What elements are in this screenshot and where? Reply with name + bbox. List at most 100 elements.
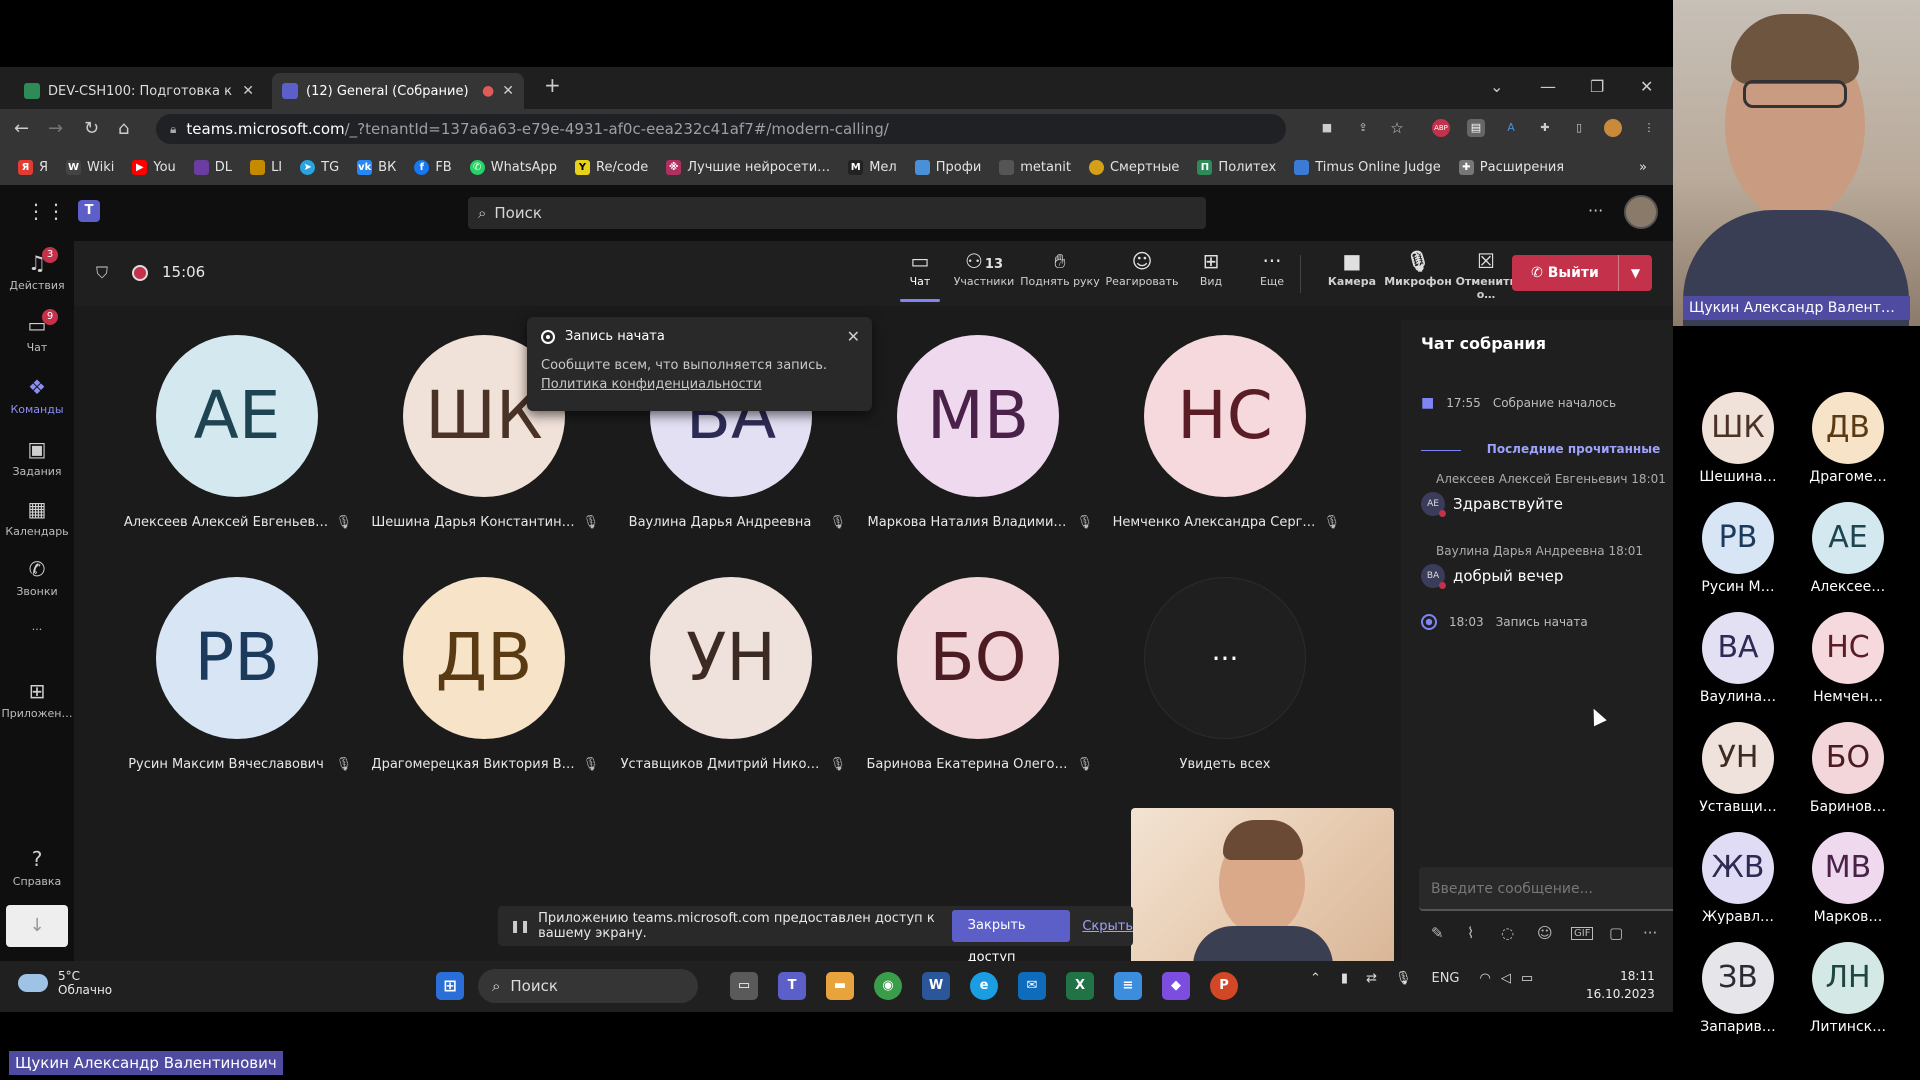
hide-link[interactable]: Скрыть — [1082, 919, 1133, 934]
bookmark-wiki[interactable]: W Wiki — [66, 159, 114, 175]
rail-item-more[interactable]: ··· — [0, 623, 74, 636]
notepad-icon[interactable]: ≡ — [1114, 972, 1142, 1000]
sidebar-icon[interactable]: ▯ — [1570, 119, 1588, 137]
bookmark-neuro[interactable]: ※ Лучшие нейросети… — [666, 159, 830, 175]
privacy-policy-link[interactable]: Политика конфиденциальности — [541, 377, 858, 392]
bookmark-politeh[interactable]: П Политех — [1197, 159, 1276, 175]
gallery-tile[interactable]: ШК Шешина… — [1683, 392, 1793, 485]
adblock-icon[interactable]: ABP — [1432, 119, 1450, 137]
bookmark-dl[interactable]: DL — [193, 159, 232, 175]
battery-icon[interactable]: ▭ — [1521, 971, 1533, 986]
rail-item-calls[interactable]: ✆ Звонки — [0, 557, 74, 598]
bookmark-mel[interactable]: M Мел — [848, 159, 897, 175]
browser-tab-course[interactable]: DEV-CSH100: Подготовка к пр… ✕ — [14, 73, 264, 109]
download-icon[interactable]: ↓ — [6, 905, 68, 947]
emoji-icon[interactable]: ☺ — [1537, 924, 1553, 942]
leave-button[interactable]: ✆ Выйти ▼ — [1512, 255, 1652, 291]
rail-item-assignments[interactable]: ▣ Задания — [0, 437, 74, 478]
minimize-icon[interactable]: — — [1540, 77, 1556, 96]
participant-tile[interactable]: БО Баринова Екатерина Олего… 🎙︎ — [855, 577, 1101, 772]
maximize-icon[interactable]: ❐ — [1590, 77, 1604, 96]
start-icon[interactable]: ⊞ — [436, 972, 464, 1000]
search-input[interactable]: ⌕ Поиск — [468, 197, 1206, 229]
mic-icon[interactable]: 🎙︎ — [1395, 971, 1412, 986]
powerpoint-icon[interactable]: P — [1210, 972, 1238, 1000]
bookmark-profi[interactable]: Профи — [914, 159, 981, 175]
visual-studio-icon[interactable]: ◆ — [1162, 972, 1190, 1000]
more-icon[interactable]: ··· — [1588, 201, 1603, 220]
rail-item-calendar[interactable]: ▦ Календарь — [0, 497, 74, 538]
participant-tile[interactable]: УН Уставщиков Дмитрий Нико… 🎙︎ — [608, 577, 854, 772]
rail-item-teams[interactable]: ❖ Команды — [0, 375, 74, 416]
language-indicator[interactable]: ENG — [1431, 971, 1459, 986]
wifi-icon[interactable]: ◠ — [1480, 971, 1491, 986]
gallery-tile[interactable]: МВ Марков… — [1793, 832, 1903, 925]
bookmark-metanit[interactable]: metanit — [999, 159, 1071, 175]
task-view-icon[interactable]: ▭ — [730, 972, 758, 1000]
folder-icon[interactable]: ▬ — [826, 972, 854, 1000]
share-icon[interactable]: ⇪ — [1354, 119, 1372, 137]
windows-search[interactable]: ⌕ Поиск — [478, 969, 698, 1003]
excel-icon[interactable]: X — [1066, 972, 1094, 1000]
teams-app-icon[interactable]: T — [778, 972, 806, 1000]
volume-icon[interactable]: ◁ — [1501, 971, 1511, 986]
menu-icon[interactable]: ⋮ — [1640, 119, 1658, 137]
home-icon[interactable]: ⌂ — [118, 118, 129, 139]
camera-indicator-icon[interactable]: ■ — [1318, 119, 1336, 137]
gallery-tile[interactable]: РВ Русин М… — [1683, 502, 1793, 595]
edge-icon[interactable]: e — [970, 972, 998, 1000]
profile-avatar[interactable] — [1604, 119, 1622, 137]
chevron-up-icon[interactable]: ⌃ — [1310, 971, 1321, 986]
translate-icon[interactable]: A — [1502, 119, 1520, 137]
new-tab-icon[interactable]: + — [544, 73, 561, 97]
star-icon[interactable]: ☆ — [1388, 119, 1406, 137]
forward-icon[interactable]: → — [48, 118, 63, 139]
gallery-tile[interactable]: ЛН Литинск… — [1793, 942, 1903, 1035]
close-icon[interactable]: ✕ — [242, 83, 254, 99]
gif-icon[interactable]: GIF — [1571, 927, 1594, 940]
app-launcher-icon[interactable]: ⋮⋮ — [26, 199, 66, 223]
gallery-tile[interactable]: НС Немчен… — [1793, 612, 1903, 705]
rail-item-apps[interactable]: ⊞ Приложен… — [0, 679, 74, 720]
participant-tile[interactable]: АЕ Алексеев Алексей Евгеньев… 🎙︎ — [114, 335, 360, 530]
gallery-tile[interactable]: ЖВ Журавл… — [1683, 832, 1793, 925]
back-icon[interactable]: ← — [14, 118, 29, 139]
meter-icon[interactable]: ▮ — [1341, 971, 1348, 986]
bookmark-fb[interactable]: f FB — [414, 159, 452, 175]
rail-item-activity[interactable]: ♫ 3 Действия — [0, 247, 74, 292]
gallery-tile[interactable]: ВА Ваулина… — [1683, 612, 1793, 705]
puzzle-icon[interactable]: ✚ — [1536, 119, 1554, 137]
bookmark-tg[interactable]: ➤ TG — [300, 159, 339, 175]
bookmark-li[interactable]: LI — [250, 159, 282, 175]
chevron-down-icon[interactable]: ▼ — [1618, 255, 1652, 291]
toolbar-participants-button[interactable]: ⚇ 13 Участники — [944, 249, 1024, 288]
gallery-tile[interactable]: УН Уставщи… — [1683, 722, 1793, 815]
participant-tile[interactable]: МВ Маркова Наталия Владими… 🎙︎ — [855, 335, 1101, 530]
attach-icon[interactable]: ⌇ — [1467, 924, 1474, 942]
pause-icon[interactable]: ❚❚ — [510, 919, 530, 933]
gallery-tile[interactable]: ДВ Драгоме… — [1793, 392, 1903, 485]
bookmark-whatsapp[interactable]: ✆ WhatsApp — [469, 159, 557, 175]
mail-icon[interactable]: ✉ — [1018, 972, 1046, 1000]
toolbar-react-button[interactable]: ☺ Реагировать — [1102, 249, 1182, 288]
sticker-icon[interactable]: ▢ — [1609, 924, 1623, 942]
see-all-tile[interactable]: ··· Увидеть всех — [1102, 577, 1348, 772]
participant-tile[interactable]: НС Немченко Александра Серг… 🎙︎ — [1102, 335, 1348, 530]
bookmark-youtube[interactable]: ▶ You — [132, 159, 176, 175]
bookmark-timus[interactable]: Timus Online Judge — [1294, 159, 1441, 175]
chrome-icon[interactable]: ◉ — [874, 972, 902, 1000]
shield-icon[interactable]: ⛉ — [96, 263, 108, 283]
weather-widget[interactable]: 5°C Облачно — [18, 969, 112, 997]
loop-icon[interactable]: ◌ — [1501, 924, 1514, 942]
chevron-down-icon[interactable]: ⌄ — [1490, 77, 1503, 96]
window-close-icon[interactable]: ✕ — [1640, 77, 1653, 96]
gallery-tile[interactable]: БО Баринов… — [1793, 722, 1903, 815]
participant-tile[interactable]: ДВ Драгомерецкая Виктория В… 🎙︎ — [361, 577, 607, 772]
close-icon[interactable]: ✕ — [502, 83, 514, 99]
address-bar[interactable]: 🔒︎ teams.microsoft.com /_?tenantId=137a6… — [156, 114, 1286, 144]
extension-icon[interactable]: ▤ — [1467, 119, 1485, 137]
bookmark-ya[interactable]: ЯЯ — [18, 159, 48, 175]
gallery-tile[interactable]: АЕ Алексее… — [1793, 502, 1903, 595]
rail-item-chat[interactable]: ▭ 9 Чат — [0, 309, 74, 354]
bookmark-vk[interactable]: vk ВК — [357, 159, 396, 175]
